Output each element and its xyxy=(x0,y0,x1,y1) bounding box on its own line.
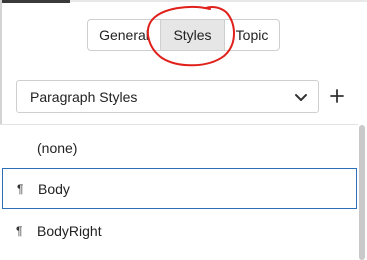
red-annotation-circle xyxy=(146,5,235,67)
scrollbar-thumb[interactable] xyxy=(359,125,365,260)
style-name: (none) xyxy=(37,139,78,156)
pilcrow-icon: ¶ xyxy=(17,181,24,196)
styles-panel: General Styles Topic Paragraph Styles (n… xyxy=(0,0,367,260)
list-item[interactable]: ¶ Body xyxy=(2,168,357,209)
style-name: BodyRight xyxy=(37,222,102,239)
style-type-dropdown[interactable]: Paragraph Styles xyxy=(16,80,319,113)
style-type-value: Paragraph Styles xyxy=(30,88,138,105)
list-item[interactable]: (none) xyxy=(2,127,357,168)
style-list: (none) ¶ Body ¶ BodyRight xyxy=(0,124,358,260)
list-item[interactable]: ¶ BodyRight xyxy=(2,210,357,251)
chevron-down-icon xyxy=(295,94,307,101)
plus-icon xyxy=(330,89,344,103)
pilcrow-icon: ¶ xyxy=(16,223,23,238)
add-style-button[interactable] xyxy=(327,86,347,106)
list-scrollbar[interactable] xyxy=(358,124,367,260)
style-name: Body xyxy=(38,180,70,197)
active-panel-tab-indicator xyxy=(0,0,70,3)
